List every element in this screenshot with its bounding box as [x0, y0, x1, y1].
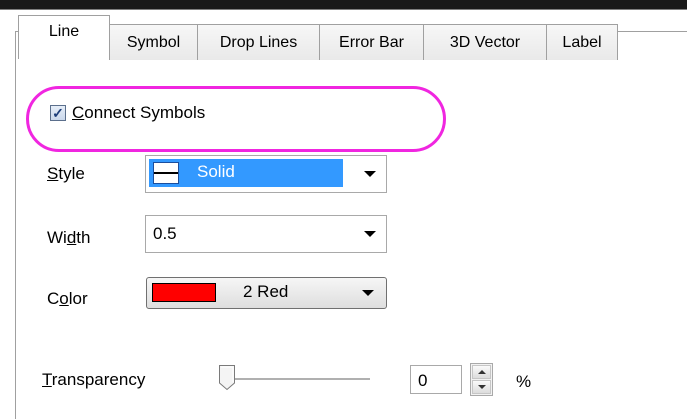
window-divider [0, 9, 687, 10]
arrow-down-icon [478, 385, 486, 389]
spin-up-button[interactable] [472, 365, 491, 379]
chevron-down-icon[interactable] [362, 290, 374, 296]
solid-line-icon [153, 162, 179, 184]
transparency-spinner[interactable] [470, 363, 493, 396]
width-value: 0.5 [153, 224, 177, 243]
tab-label: Drop Lines [219, 33, 298, 51]
arrow-up-icon [478, 370, 486, 374]
style-dropdown[interactable]: Solid [145, 155, 387, 193]
color-dropdown[interactable]: 2 Red [146, 277, 387, 309]
tab-drop-lines[interactable]: Drop Lines [197, 24, 320, 60]
style-value: Solid [197, 162, 235, 181]
tab-strip: Line Symbol Drop Lines Error Bar 3D Vect… [18, 15, 618, 60]
connect-symbols-checkbox-row[interactable]: ✓ Connect Symbols [50, 103, 205, 123]
checkmark-icon: ✓ [52, 105, 64, 121]
tab-label: Line [48, 23, 80, 40]
color-value: 2 Red [243, 282, 289, 301]
tab-line[interactable]: Line [18, 15, 110, 59]
tab-label-tab[interactable]: Label [546, 24, 618, 60]
chevron-down-icon[interactable] [364, 231, 376, 237]
color-swatch [152, 283, 216, 302]
tab-label: Label [562, 33, 602, 51]
tab-label: 3D Vector [449, 33, 521, 51]
width-label: Width [47, 228, 91, 247]
transparency-slider-track[interactable] [222, 378, 370, 381]
color-label: Color [47, 289, 88, 308]
spin-down-button[interactable] [472, 380, 491, 394]
style-label: Style [47, 164, 85, 183]
tab-label: Error Bar [339, 33, 404, 51]
transparency-slider-thumb[interactable] [218, 364, 236, 391]
transparency-value: 0 [418, 371, 428, 390]
window-top-edge [0, 0, 687, 9]
transparency-input[interactable]: 0 [410, 365, 462, 394]
tab-label: Symbol [126, 33, 181, 51]
chevron-down-icon[interactable] [364, 171, 376, 177]
tab-error-bar[interactable]: Error Bar [319, 24, 424, 60]
tab-symbol[interactable]: Symbol [109, 24, 198, 60]
transparency-unit: % [516, 372, 532, 391]
tab-3d-vector[interactable]: 3D Vector [423, 24, 547, 60]
transparency-label: Transparency [42, 370, 146, 389]
connect-symbols-label: Connect Symbols [72, 103, 206, 122]
style-selected-item: Solid [149, 159, 343, 187]
width-dropdown[interactable]: 0.5 [145, 215, 387, 253]
connect-symbols-checkbox[interactable]: ✓ [50, 105, 66, 121]
